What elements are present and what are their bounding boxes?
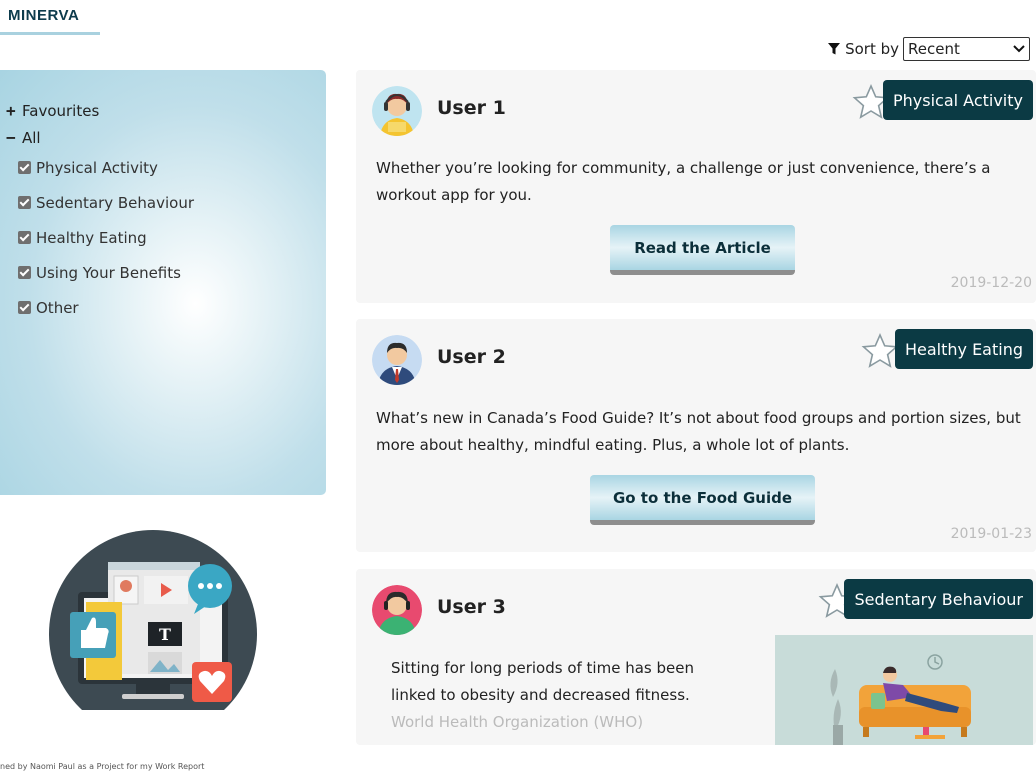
category-tag[interactable]: Healthy Eating [894, 329, 1033, 369]
post-text: Sitting for long periods of time has bee… [391, 659, 694, 704]
category-label: Sedentary Behaviour [36, 193, 195, 212]
category-label: Using Your Benefits [36, 263, 181, 282]
user-avatar [372, 585, 422, 635]
user-name: User 1 [437, 97, 506, 119]
post-quote-block: Sitting for long periods of time has bee… [391, 655, 741, 736]
checkbox[interactable] [18, 196, 31, 209]
post-text: Whether you’re looking for community, a … [376, 159, 991, 204]
chevron-down-icon [1013, 45, 1025, 53]
checkbox[interactable] [18, 301, 31, 314]
post-date: 2019-12-20 [950, 275, 1032, 291]
tree-favourites[interactable]: + Favourites [6, 97, 99, 124]
category-sedentary-behaviour[interactable]: Sedentary Behaviour [18, 185, 194, 220]
category-physical-activity[interactable]: Physical Activity [18, 150, 194, 185]
footer-credit: ned by Naomi Paul as a Project for my Wo… [0, 762, 205, 771]
post-text: What’s new in Canada’s Food Guide? It’s … [376, 409, 1021, 454]
category-checklist: Physical Activity Sedentary Behaviour He… [18, 150, 194, 325]
sort-bar: Sort by Recent [827, 37, 1030, 61]
filter-icon [828, 43, 841, 55]
post-card-1: User 1 Physical Activity Whether you’re … [356, 70, 1036, 303]
checkbox[interactable] [18, 161, 31, 174]
quote-source: World Health Organization (WHO) [391, 713, 644, 731]
category-label: Other [36, 298, 79, 317]
category-tree: + Favourites − All [6, 97, 99, 151]
checkbox[interactable] [18, 266, 31, 279]
category-label: Healthy Eating [36, 228, 147, 247]
post-card-3: User 3 Sedentary Behaviour Sitting for l… [356, 569, 1036, 745]
category-sidebar: + Favourites − All Physical Activity Sed… [0, 70, 326, 495]
sort-select[interactable]: Recent [903, 37, 1030, 61]
user-avatar [372, 335, 422, 385]
minus-icon[interactable]: − [6, 128, 22, 147]
category-tag[interactable]: Physical Activity [882, 80, 1033, 120]
plus-icon[interactable]: + [6, 101, 22, 120]
all-label: All [22, 128, 41, 147]
sort-selected-value: Recent [908, 40, 960, 58]
favourites-label: Favourites [22, 101, 100, 120]
category-other[interactable]: Other [18, 290, 194, 325]
read-article-button[interactable]: Read the Article [610, 225, 795, 275]
post-date: 2019-01-23 [950, 526, 1032, 542]
category-healthy-eating[interactable]: Healthy Eating [18, 220, 194, 255]
post-card-2: User 2 Healthy Eating What’s new in Cana… [356, 319, 1036, 552]
sort-label: Sort by [845, 40, 899, 58]
lounging-person-illustration [775, 635, 1033, 745]
food-guide-button[interactable]: Go to the Food Guide [590, 475, 815, 525]
category-label: Physical Activity [36, 158, 158, 177]
brand-header: MINERVA [0, 0, 100, 35]
checkbox[interactable] [18, 231, 31, 244]
svg-text:T: T [159, 625, 171, 644]
category-using-your-benefits[interactable]: Using Your Benefits [18, 255, 194, 290]
social-media-illustration: T [49, 530, 257, 710]
favourite-star-icon[interactable] [861, 332, 899, 370]
brand-title: MINERVA [8, 7, 80, 24]
tree-all[interactable]: − All [6, 124, 99, 151]
user-name: User 2 [437, 346, 506, 368]
category-tag[interactable]: Sedentary Behaviour [844, 579, 1033, 619]
user-avatar [372, 86, 422, 136]
user-name: User 3 [437, 596, 506, 618]
